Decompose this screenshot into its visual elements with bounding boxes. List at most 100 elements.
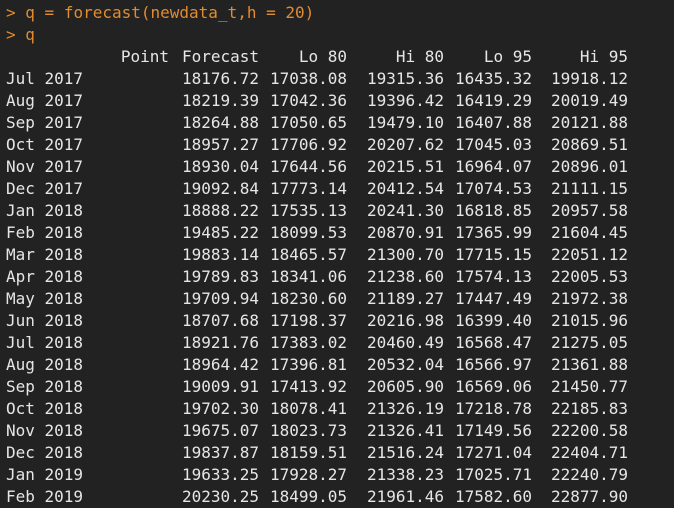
- hi95-value: 20957.58: [550, 201, 628, 220]
- row-label: Jan 2018: [6, 201, 84, 220]
- hi80-value: 21326.19: [366, 399, 444, 418]
- lo95-value: 16566.97: [454, 355, 532, 374]
- forecast-value: 18176.72: [181, 69, 259, 88]
- forecast-value: 18707.68: [181, 311, 259, 330]
- hi80-value: 20605.90: [366, 377, 444, 396]
- column-header-lo80: Lo 80: [298, 47, 347, 66]
- row-label: Oct 2018: [6, 399, 84, 418]
- row-label: Apr 2018: [6, 267, 84, 286]
- hi95-value: 21604.45: [550, 223, 628, 242]
- forecast-value: 18264.88: [181, 113, 259, 132]
- point-spacer: [96, 156, 169, 178]
- hi80-value: 20412.54: [366, 179, 444, 198]
- forecast-row: Jul 2018 18921.76 17383.02 20460.49 16568.47…: [6, 332, 674, 354]
- lo95-value: 17149.56: [454, 421, 532, 440]
- row-label: Feb 2019: [6, 487, 84, 506]
- hi95-value: 21015.96: [550, 311, 628, 330]
- hi80-value: 20532.04: [366, 355, 444, 374]
- lo95-value: 17715.15: [454, 245, 532, 264]
- lo80-value: 17383.02: [269, 333, 347, 352]
- hi95-value: 20869.51: [550, 135, 628, 154]
- hi95-value: 22005.53: [550, 267, 628, 286]
- point-spacer: [96, 486, 169, 508]
- lo80-value: 17706.92: [269, 135, 347, 154]
- point-spacer: [96, 332, 169, 354]
- command-text: q: [25, 25, 35, 44]
- hi95-value: 21361.88: [550, 355, 628, 374]
- lo80-value: 18499.05: [269, 487, 347, 506]
- forecast-value: 18219.39: [181, 91, 259, 110]
- forecast-row: Jan 2019 19633.25 17928.27 21338.23 17025.71…: [6, 464, 674, 486]
- lo95-value: 17045.03: [454, 135, 532, 154]
- forecast-value: 19675.07: [181, 421, 259, 440]
- column-header-point: Point: [120, 47, 169, 66]
- hi95-value: 21450.77: [550, 377, 628, 396]
- lo80-value: 17396.81: [269, 355, 347, 374]
- forecast-row: Jan 2018 18888.22 17535.13 20241.30 16818.85…: [6, 200, 674, 222]
- hi80-value: 21300.70: [366, 245, 444, 264]
- lo95-value: 16419.29: [454, 91, 532, 110]
- forecast-value: 19883.14: [181, 245, 259, 264]
- lo80-value: 18230.60: [269, 289, 347, 308]
- row-label: Jul 2017: [6, 69, 84, 88]
- point-spacer: [96, 310, 169, 332]
- row-label: Mar 2018: [6, 245, 84, 264]
- forecast-row: Aug 2018 18964.42 17396.81 20532.04 16566.97…: [6, 354, 674, 376]
- lo80-value: 17773.14: [269, 179, 347, 198]
- forecast-row: Sep 2018 19009.91 17413.92 20605.90 16569.06…: [6, 376, 674, 398]
- row-label: Sep 2017: [6, 113, 84, 132]
- hi80-value: 20870.91: [366, 223, 444, 242]
- hi80-value: 20216.98: [366, 311, 444, 330]
- lo95-value: 16569.06: [454, 377, 532, 396]
- hi80-value: 21516.24: [366, 443, 444, 462]
- forecast-row: Mar 2018 19883.14 18465.57 21300.70 17715.15…: [6, 244, 674, 266]
- lo95-value: 16407.88: [454, 113, 532, 132]
- hi95-value: 21972.38: [550, 289, 628, 308]
- command-text: q = forecast(newdata_t,h = 20): [25, 3, 315, 22]
- lo80-value: 18099.53: [269, 223, 347, 242]
- point-spacer: [96, 420, 169, 442]
- row-label: Jun 2018: [6, 311, 84, 330]
- lo80-value: 18078.41: [269, 399, 347, 418]
- lo80-value: 18023.73: [269, 421, 347, 440]
- lo95-value: 17582.60: [454, 487, 532, 506]
- row-label: Jul 2018: [6, 333, 84, 352]
- hi95-value: 19918.12: [550, 69, 628, 88]
- forecast-row: Sep 2017 18264.88 17050.65 19479.10 16407.88…: [6, 112, 674, 134]
- point-spacer: [96, 178, 169, 200]
- hi95-value: 22051.12: [550, 245, 628, 264]
- row-label: Sep 2018: [6, 377, 84, 396]
- forecast-value: 19789.83: [181, 267, 259, 286]
- row-label: May 2018: [6, 289, 84, 308]
- lo95-value: 16435.32: [454, 69, 532, 88]
- forecast-value: 19009.91: [181, 377, 259, 396]
- row-label: Aug 2018: [6, 355, 84, 374]
- hi80-value: 19396.42: [366, 91, 444, 110]
- forecast-row: Apr 2018 19789.83 18341.06 21238.60 17574.13…: [6, 266, 674, 288]
- forecast-value: 18957.27: [181, 135, 259, 154]
- lo95-value: 17074.53: [454, 179, 532, 198]
- point-spacer: [96, 244, 169, 266]
- point-spacer: [96, 200, 169, 222]
- forecast-row: Nov 2017 18930.04 17644.56 20215.51 16964.07…: [6, 156, 674, 178]
- row-label: Oct 2017: [6, 135, 84, 154]
- lo80-value: 17038.08: [269, 69, 347, 88]
- forecast-value: 18930.04: [181, 157, 259, 176]
- lo80-value: 18465.57: [269, 245, 347, 264]
- console-command-line: > q: [6, 24, 674, 46]
- lo80-value: 18159.51: [269, 443, 347, 462]
- hi80-value: 21338.23: [366, 465, 444, 484]
- hi80-value: 21189.27: [366, 289, 444, 308]
- hi80-value: 19479.10: [366, 113, 444, 132]
- row-label-header: [6, 46, 96, 68]
- forecast-value: 18888.22: [181, 201, 259, 220]
- lo80-value: 17644.56: [269, 157, 347, 176]
- r-console[interactable]: > q = forecast(newdata_t,h = 20) > q Poi…: [0, 0, 674, 508]
- hi95-value: 20019.49: [550, 91, 628, 110]
- forecast-row: Feb 2018 19485.22 18099.53 20870.91 17365.99…: [6, 222, 674, 244]
- hi95-value: 22877.90: [550, 487, 628, 506]
- lo95-value: 16964.07: [454, 157, 532, 176]
- forecast-row: Oct 2018 19702.30 18078.41 21326.19 17218.78…: [6, 398, 674, 420]
- lo95-value: 16568.47: [454, 333, 532, 352]
- forecast-row: Oct 2017 18957.27 17706.92 20207.62 17045.03…: [6, 134, 674, 156]
